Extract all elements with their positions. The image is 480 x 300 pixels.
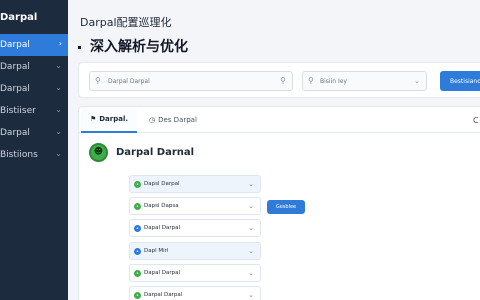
chevron-down-icon: ⌄: [414, 77, 420, 85]
list-item-label: Dapsl Dapsa: [144, 203, 179, 209]
sidebar-item-bistiiser[interactable]: Bistiiser ⌄: [0, 100, 68, 122]
main-content: Darpal配置巡理化 深入解析与优化 ⚲ Darpal Darpal ⚲ ⚲ …: [68, 0, 480, 300]
chevron-down-icon: ⌄: [248, 224, 254, 232]
sidebar-item-label: Darpal: [0, 84, 30, 94]
list-item[interactable]: • Dapal Darpal ⌄: [129, 264, 261, 282]
chevron-down-icon: ⌄: [55, 61, 62, 70]
search-icon: ⚲: [280, 76, 286, 85]
status-dot-icon: •: [134, 292, 141, 299]
list-item-label: Darpal Darpal: [144, 292, 183, 298]
tab-label: C: [473, 115, 479, 125]
chevron-down-icon: ⌄: [248, 269, 254, 277]
sidebar-item-darpal-5[interactable]: Darpal ⌄: [0, 122, 68, 144]
bookmark-icon: ⚑: [89, 115, 97, 123]
tab-label: Des Darpal: [158, 116, 197, 124]
sidebar-item-darpal-active[interactable]: Darpal ›: [0, 34, 68, 56]
chevron-down-icon: ⌄: [55, 127, 62, 136]
action-button[interactable]: Gesblee: [267, 200, 305, 214]
search-toolbar: ⚲ Darpal Darpal ⚲ ⚲ Bisiin Iey ⌄ Bestisi…: [78, 62, 480, 98]
search-icon: ⚲: [95, 76, 101, 85]
filter-select[interactable]: ⚲ Bisiin Iey ⌄: [302, 71, 427, 91]
sidebar-item-label: Bistiions: [0, 150, 38, 160]
list-item[interactable]: • Dapsl Darpal ⌄: [129, 175, 261, 193]
chevron-down-icon: ⌄: [55, 105, 62, 114]
chevron-down-icon: ⌄: [248, 202, 254, 210]
chevron-down-icon: ⌄: [55, 83, 62, 92]
section-title: Darpal Darnal: [116, 147, 195, 158]
sidebar: Darpal Darpal › Darpal ⌄ Darpal ⌄ Bistii…: [0, 0, 68, 300]
search-input[interactable]: ⚲ Darpal Darpal ⚲: [89, 71, 293, 91]
content-panel: ⚑ Darpal. ◷ Des Darpal C ☻ Darpal Darnal…: [78, 106, 480, 300]
sidebar-item-label: Darpal: [0, 128, 30, 138]
chevron-down-icon: ⌄: [248, 180, 254, 188]
sidebar-item-bistiions[interactable]: Bistiions ⌄: [0, 144, 68, 166]
list-item[interactable]: • Dapal Darpal ⌄: [129, 219, 261, 237]
chevron-right-icon: ›: [58, 39, 62, 48]
status-dot-icon: •: [134, 203, 141, 210]
list-item[interactable]: • Dapsl Dapsa ⌄: [129, 197, 261, 215]
list-item[interactable]: • Darpal Darpal ⌄: [129, 286, 261, 300]
tab-des-darpal[interactable]: ◷ Des Darpal: [149, 107, 197, 133]
list-item-label: Dapal Darpal: [144, 270, 180, 276]
list-item-label: Dapal Darpal: [144, 225, 180, 231]
chevron-down-icon: ⌄: [55, 149, 62, 158]
chevron-down-icon: ⌄: [248, 247, 254, 255]
status-dot-icon: •: [134, 270, 141, 277]
sidebar-item-label: Darpal: [0, 40, 30, 50]
tab-bar: ⚑ Darpal. ◷ Des Darpal C: [79, 107, 480, 133]
list-item-label: Dapsl Darpal: [144, 181, 180, 187]
page-subtitle: Darpal配置巡理化: [80, 16, 172, 29]
sidebar-item-label: Darpal: [0, 62, 30, 72]
sidebar-item-darpal-2[interactable]: Darpal ⌄: [0, 56, 68, 78]
title-bullet: [78, 45, 81, 49]
smiley-icon: ☻: [93, 147, 104, 157]
chevron-down-icon: ⌄: [248, 291, 254, 299]
status-dot-icon: •: [134, 181, 141, 188]
tab-label: Darpal.: [99, 115, 129, 123]
avatar: ☻: [89, 143, 108, 162]
search-placeholder: Darpal Darpal: [108, 77, 150, 85]
sidebar-title: Darpal: [0, 12, 38, 23]
tab-more[interactable]: C: [473, 107, 479, 133]
list-item[interactable]: • Dapl Mirl ⌄: [129, 242, 261, 260]
sidebar-item-darpal-3[interactable]: Darpal ⌄: [0, 78, 68, 100]
status-dot-icon: •: [134, 248, 141, 255]
status-dot-icon: •: [134, 225, 141, 232]
tab-darpal[interactable]: ⚑ Darpal.: [81, 107, 137, 133]
clock-icon: ◷: [149, 116, 156, 124]
list-item-label: Dapl Mirl: [144, 248, 169, 254]
primary-action-button[interactable]: Bestisiano: [440, 71, 480, 91]
sidebar-item-label: Bistiiser: [0, 106, 36, 116]
select-placeholder: Bisiin Iey: [320, 77, 347, 85]
page-title-row: 深入解析与优化: [78, 36, 188, 56]
filter-icon: ⚲: [308, 76, 314, 85]
page-title: 深入解析与优化: [90, 39, 188, 55]
